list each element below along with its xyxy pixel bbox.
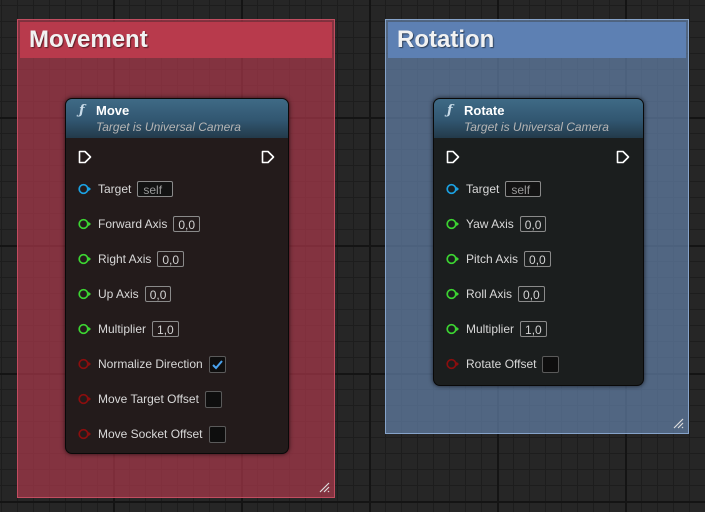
- bool-pin-icon[interactable]: [78, 427, 92, 441]
- resize-grip-icon[interactable]: [318, 481, 330, 493]
- exec-input-pin-icon[interactable]: [446, 150, 460, 164]
- float-pin-icon[interactable]: [78, 252, 92, 266]
- pin-label: Up Axis: [98, 287, 139, 301]
- exec-output-pin-icon[interactable]: [261, 150, 275, 164]
- resize-grip-icon[interactable]: [672, 417, 684, 429]
- rotate-function-node[interactable]: ƒ Rotate Target is Universal Camera Targ…: [433, 98, 644, 386]
- node-header[interactable]: ƒ Move Target is Universal Camera: [66, 99, 288, 138]
- pin-label: Multiplier: [98, 322, 147, 336]
- pin-checkbox[interactable]: [542, 355, 560, 373]
- pin-value-field[interactable]: 0,0: [173, 216, 201, 232]
- pin-checkbox[interactable]: [204, 390, 222, 408]
- pin-label: Normalize Direction: [98, 357, 203, 371]
- pin-row: Target self: [78, 180, 174, 198]
- pin-value-field[interactable]: 0,0: [524, 251, 551, 267]
- pin-label: Multiplier: [466, 322, 515, 336]
- float-pin-icon[interactable]: [446, 252, 460, 266]
- comment-title-movement[interactable]: Movement: [20, 22, 332, 58]
- pin-row: Forward Axis 0,0: [78, 215, 201, 233]
- pin-row: Up Axis 0,0: [78, 285, 172, 303]
- comment-title-rotation[interactable]: Rotation: [388, 22, 686, 58]
- pin-value-field[interactable]: 0,0: [518, 286, 545, 302]
- node-title: Rotate: [464, 103, 505, 118]
- pin-value-field[interactable]: 1,0: [520, 321, 547, 337]
- pin-row: Roll Axis 0,0: [446, 285, 545, 303]
- pin-label: Move Socket Offset: [98, 427, 203, 441]
- object-pin-icon[interactable]: [78, 182, 92, 196]
- node-subtitle: Target is Universal Camera: [96, 120, 241, 134]
- pin-row: Multiplier 1,0: [78, 320, 179, 338]
- pin-label: Forward Axis: [98, 217, 168, 231]
- bool-pin-icon[interactable]: [78, 392, 92, 406]
- pin-label: Roll Axis: [466, 287, 513, 301]
- bool-pin-icon[interactable]: [446, 357, 460, 371]
- node-title: Move: [96, 103, 130, 118]
- function-icon: ƒ: [447, 103, 453, 118]
- target-self-field[interactable]: self: [505, 181, 542, 197]
- pin-row: Normalize Direction: [78, 355, 226, 373]
- float-pin-icon[interactable]: [446, 322, 460, 336]
- pin-value-field[interactable]: 0,0: [157, 251, 185, 267]
- pin-row: Right Axis 0,0: [78, 250, 185, 268]
- pin-row: Yaw Axis 0,0: [446, 215, 547, 233]
- pin-label: Yaw Axis: [466, 217, 514, 231]
- pin-value-field[interactable]: 0,0: [144, 286, 172, 302]
- pin-row: Rotate Offset: [446, 355, 560, 373]
- pin-label: Target: [466, 182, 500, 196]
- object-pin-icon[interactable]: [446, 182, 460, 196]
- float-pin-icon[interactable]: [446, 217, 460, 231]
- pin-row: Pitch Axis 0,0: [446, 250, 551, 268]
- exec-output-pin-icon[interactable]: [616, 150, 630, 164]
- pin-label: Target: [98, 182, 132, 196]
- pin-value-field[interactable]: 0,0: [519, 216, 547, 232]
- pin-row: Move Socket Offset: [78, 425, 226, 443]
- node-header[interactable]: ƒ Rotate Target is Universal Camera: [434, 99, 643, 138]
- pin-row: Target self: [446, 180, 542, 198]
- pin-row: Move Target Offset: [78, 390, 222, 408]
- pin-row: Multiplier 1,0: [446, 320, 547, 338]
- float-pin-icon[interactable]: [78, 322, 92, 336]
- pin-checkbox[interactable]: [208, 355, 226, 373]
- function-icon: ƒ: [79, 103, 85, 118]
- float-pin-icon[interactable]: [446, 287, 460, 301]
- pin-label: Rotate Offset: [466, 357, 537, 371]
- node-subtitle: Target is Universal Camera: [464, 120, 609, 134]
- pin-label: Pitch Axis: [466, 252, 519, 266]
- checkmark-icon: [211, 359, 223, 369]
- pin-value-field[interactable]: 1,0: [152, 321, 179, 337]
- pin-label: Move Target Offset: [98, 392, 199, 406]
- float-pin-icon[interactable]: [78, 287, 92, 301]
- exec-input-pin-icon[interactable]: [78, 150, 92, 164]
- pin-label: Right Axis: [98, 252, 152, 266]
- move-function-node[interactable]: ƒ Move Target is Universal Camera Target…: [65, 98, 289, 454]
- bool-pin-icon[interactable]: [78, 357, 92, 371]
- float-pin-icon[interactable]: [78, 217, 92, 231]
- pin-checkbox[interactable]: [208, 425, 226, 443]
- target-self-field[interactable]: self: [137, 181, 174, 197]
